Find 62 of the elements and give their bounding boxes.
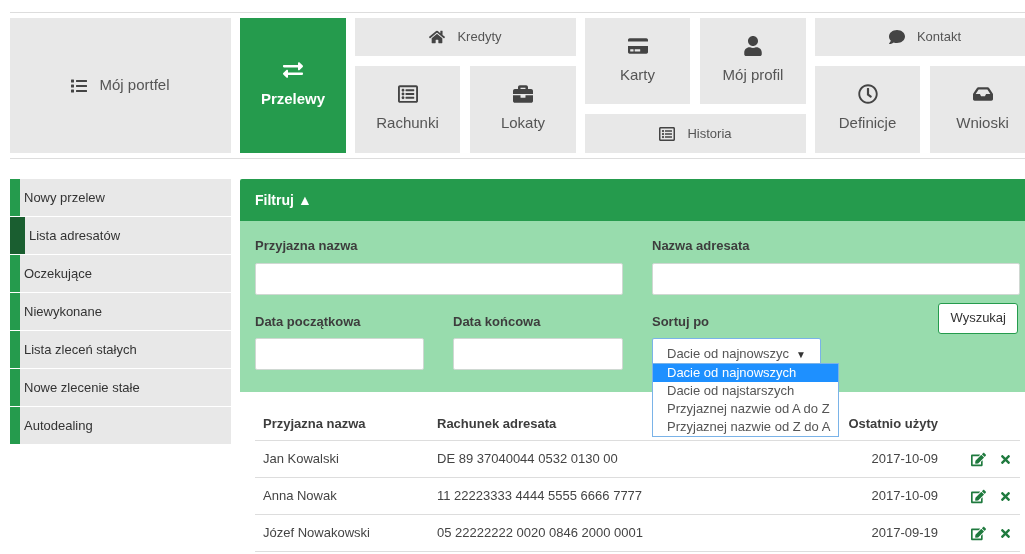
- close-icon[interactable]: [999, 526, 1012, 540]
- briefcase-icon: [513, 84, 533, 105]
- sidebar-item[interactable]: Oczekujące: [10, 255, 231, 292]
- field-label: Sortuj po: [652, 312, 711, 331]
- table-cell-text: Jan Kowalski: [262, 450, 340, 469]
- arrows-icon: [283, 60, 303, 81]
- edit-icon[interactable]: [971, 488, 986, 504]
- field-label: Data końcowa: [453, 312, 542, 331]
- list-icon: [71, 77, 88, 94]
- dropdown-caret-icon: ▼: [796, 346, 806, 362]
- table-cell-text: 2017-10-09: [870, 450, 938, 469]
- sidebar-item[interactable]: Niewykonane: [10, 293, 231, 330]
- nav-tile[interactable]: Historia: [585, 114, 806, 153]
- nav-tile[interactable]: Definicje: [815, 66, 920, 153]
- table-cell-text: 2017-09-19: [870, 524, 938, 543]
- column-header: Rachunek adresata: [437, 416, 557, 432]
- nav-tile[interactable]: Lokaty: [470, 66, 576, 153]
- sidebar-item[interactable]: Nowe zlecenie stałe: [10, 369, 231, 406]
- clock-icon: [857, 84, 878, 105]
- table-cell-text: DE 89 37040044 0532 0130 00: [437, 450, 619, 469]
- sidebar-item[interactable]: Lista zleceń stałych: [10, 331, 231, 368]
- table-cell-text: Anna Nowak: [262, 487, 338, 506]
- house-icon: [429, 29, 446, 45]
- dropdown-option[interactable]: Przyjaznej nazwie od Z do A: [653, 418, 838, 436]
- nav-tile[interactable]: Przelewy: [240, 18, 346, 153]
- table-cell-text: 2017-10-09: [870, 487, 938, 506]
- nav-tile[interactable]: Mój profil: [700, 18, 806, 104]
- nav-tile[interactable]: Rachunki: [355, 66, 460, 153]
- dropdown-option[interactable]: Dacie od najnowszych: [653, 364, 838, 382]
- edit-icon[interactable]: [971, 451, 986, 467]
- field-label: Data początkowa: [255, 312, 362, 331]
- nav-tile[interactable]: Kredyty: [355, 18, 576, 56]
- dropdown-option[interactable]: Dacie od najstarszych: [653, 382, 838, 400]
- column-header: Ostatnio użyty: [848, 415, 938, 434]
- column-header: Przyjazna nazwa: [262, 415, 367, 434]
- nav-tile[interactable]: Wnioski: [930, 66, 1025, 153]
- credit-card-icon: [627, 35, 648, 56]
- table-cell-text: Józef Nowakowski: [262, 524, 371, 543]
- table-cell-text: 05 22222222 0020 0846 2000 0001: [437, 524, 645, 543]
- input-field[interactable]: [255, 338, 424, 370]
- field-label: Przyjazna nazwa: [255, 237, 359, 255]
- sidebar-item[interactable]: Nowy przelew: [10, 179, 231, 216]
- close-icon[interactable]: [999, 489, 1012, 503]
- person-icon: [743, 35, 763, 56]
- document-list-icon: [659, 125, 676, 142]
- input-field[interactable]: [652, 262, 1020, 295]
- search-button[interactable]: Wyszukaj: [938, 302, 1018, 334]
- sidebar-item[interactable]: Autodealing: [10, 407, 231, 444]
- input-field[interactable]: [255, 262, 623, 295]
- close-icon[interactable]: [999, 452, 1012, 466]
- edit-icon[interactable]: [971, 525, 986, 541]
- field-label: Nazwa adresata: [652, 237, 751, 255]
- dropdown-option[interactable]: Przyjaznej nazwie od A do Z: [653, 400, 838, 418]
- nav-tile[interactable]: Karty: [585, 18, 690, 104]
- table-cell-text: 11 22223333 4444 5555 6666 7777: [437, 487, 644, 506]
- filter-header[interactable]: Filtruj ▲: [240, 179, 1025, 221]
- sidebar-item[interactable]: Lista adresatów: [10, 217, 231, 254]
- nav-tile[interactable]: Kontakt: [815, 18, 1025, 56]
- document-list-icon: [397, 84, 418, 105]
- speech-bubble-icon: [888, 29, 905, 45]
- input-field[interactable]: [453, 338, 623, 370]
- nav-tile[interactable]: Mój portfel: [10, 18, 231, 153]
